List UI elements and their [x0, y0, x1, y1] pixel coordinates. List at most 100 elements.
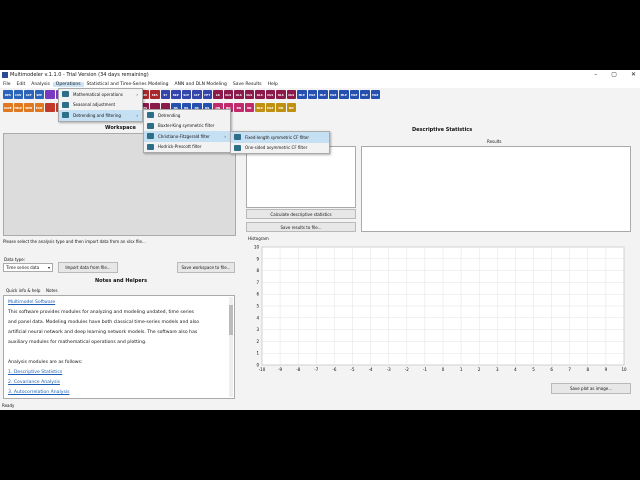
menu-item-detrending[interactable]: Detrending — [144, 110, 230, 121]
operations-menu: Mathematical operations › Seasonal adjust… — [58, 88, 143, 122]
toolbar-button-hft-19[interactable]: HFT — [202, 90, 212, 99]
toolbar-button-cov-1[interactable]: COV — [13, 90, 23, 99]
menu-help[interactable]: Help — [265, 82, 281, 87]
toolbar-button-acf-18[interactable]: ACF — [192, 90, 202, 99]
window-title: Multimodeler v.1.1.0 - Trial Version (34… — [10, 72, 149, 78]
menu-file[interactable]: File — [0, 82, 14, 87]
x-tick-label: 2 — [478, 367, 481, 372]
module-link-1[interactable]: 1. Descriptive Statistics — [8, 370, 62, 375]
results-box — [361, 146, 631, 232]
minimize-button[interactable]: – — [594, 71, 597, 78]
workspace-hint: Please select the analysis type and then… — [3, 239, 146, 244]
x-tick-label: -2 — [405, 367, 409, 372]
heading-link[interactable]: Multimodel Software — [8, 300, 55, 305]
menu-item-hp-filter[interactable]: Hodrick-Prescott filter — [144, 142, 230, 153]
toolbar2-button-rn-23[interactable]: RN — [244, 103, 254, 112]
menu-item-baxter-king[interactable]: Baxter-King symmetric filter — [144, 121, 230, 132]
toolbar-button-mle-31[interactable]: MLE — [328, 90, 338, 99]
import-data-button[interactable]: Import data from file... — [58, 262, 118, 273]
toolbar2-button-nn-26[interactable]: NN — [276, 103, 286, 112]
save-workspace-button[interactable]: Save workspace to file... — [177, 262, 235, 273]
menu-ann-dln-modeling[interactable]: ANN and DLN Modeling — [171, 82, 229, 87]
hp-filter-icon — [147, 143, 154, 150]
seasonal-icon — [62, 101, 69, 108]
menu-save-results[interactable]: Save Results — [230, 82, 265, 87]
data-type-label: Data type: — [4, 257, 26, 262]
y-tick-label: 5 — [256, 304, 259, 309]
toolbar-button-mle-32[interactable]: MLE — [339, 90, 349, 99]
fixed-cf-icon — [234, 134, 241, 141]
toolbar-button-icon-4[interactable] — [45, 90, 55, 99]
toolbar2-button-help-1[interactable]: HELP — [13, 103, 23, 112]
toolbar-button-lr-20[interactable]: LR — [213, 90, 223, 99]
toolbar-button-ols-21[interactable]: OLS — [223, 90, 233, 99]
toolbar-button-scp-17[interactable]: SCP — [181, 90, 191, 99]
toolbar-button-mle-28[interactable]: MLE — [297, 90, 307, 99]
x-tick-label: -6 — [332, 367, 336, 372]
toolbar-button-ols-26[interactable]: OLS — [276, 90, 286, 99]
filter-icon — [62, 112, 69, 119]
toolbar-button-mle-30[interactable]: MLE — [318, 90, 328, 99]
toolbar-button-st-15[interactable]: ST — [160, 90, 170, 99]
toolbar2-button-rn-22[interactable]: RN — [234, 103, 244, 112]
module-link-3[interactable]: 3. Autocorrelation Analysis — [8, 390, 70, 395]
module-link-2[interactable]: 2. Covariance Analysis — [8, 380, 60, 385]
toolbar2-button-save-0[interactable]: SAVE — [3, 103, 13, 112]
toolbar2-button-web-2[interactable]: WEB — [24, 103, 34, 112]
toolbar-button-mle-34[interactable]: MLE — [360, 90, 370, 99]
y-tick-label: 10 — [254, 245, 260, 250]
x-tick-label: 10 — [621, 367, 627, 372]
menu-item-math-ops[interactable]: Mathematical operations › — [59, 89, 142, 100]
toolbar-button-des-0[interactable]: DES — [3, 90, 13, 99]
toolbar-button-ols-24[interactable]: OLS — [255, 90, 265, 99]
tab-quick-info[interactable]: Quick info & help — [6, 288, 40, 293]
bk-filter-icon — [147, 122, 154, 129]
toolbar2-button-exit-3[interactable]: EXIT — [34, 103, 44, 112]
toolbar-button-ols-27[interactable]: OLS — [286, 90, 296, 99]
toolbar-button-ols-23[interactable]: OLS — [244, 90, 254, 99]
menu-item-detrending-filtering[interactable]: Detrending and filtering › — [59, 110, 142, 121]
toolbar2-button-mle-24[interactable]: MLE — [255, 103, 265, 112]
histogram-label: Histogram — [248, 236, 269, 241]
toolbar2-button-icon-4[interactable] — [45, 103, 55, 112]
menu-edit[interactable]: Edit — [14, 82, 29, 87]
menu-item-cf-filter[interactable]: Christiano-Fitzgerald filter › — [144, 131, 230, 142]
tab-notes[interactable]: Notes — [46, 288, 58, 293]
app-window: Multimodeler v.1.1.0 - Trial Version (34… — [0, 70, 640, 410]
toolbar-button-skp-16[interactable]: SKP — [171, 90, 181, 99]
menu-statistical-modeling[interactable]: Statistical and Time-Series Modeling — [84, 82, 172, 87]
toolbar-button-acf-2[interactable]: ACF — [24, 90, 34, 99]
y-tick-label: 1 — [256, 351, 259, 356]
toolbar-button-ols-22[interactable]: OLS — [234, 90, 244, 99]
x-tick-label: -5 — [351, 367, 355, 372]
notes-content: Multimodel Software This software provid… — [3, 295, 235, 399]
close-button[interactable]: ✕ — [631, 71, 636, 78]
x-tick-label: -1 — [423, 367, 427, 372]
notes-scrollbar[interactable] — [229, 297, 233, 397]
stats-title: Descriptive Statistics — [412, 127, 473, 133]
x-tick-label: 9 — [605, 367, 608, 372]
menu-operations[interactable]: Operations — [52, 81, 84, 87]
x-tick-label: -4 — [369, 367, 373, 372]
menu-item-one-sided-cf[interactable]: One-sided asymmetric CF filter — [231, 143, 329, 154]
menu-item-fixed-cf[interactable]: Fixed-length symmetric CF filter — [231, 132, 329, 143]
toolbar-button-sea-14[interactable]: SEA — [150, 90, 160, 99]
data-type-select[interactable]: Time series data ▾ — [3, 263, 53, 272]
toolbar-button-mle-29[interactable]: MLE — [307, 90, 317, 99]
notes-para-4: auxiliary modules for mathematical opera… — [8, 340, 147, 345]
one-sided-cf-icon — [234, 144, 241, 151]
toolbar2-button-mle-25[interactable]: MLE — [265, 103, 275, 112]
toolbar-button-ols-25[interactable]: OLS — [265, 90, 275, 99]
save-results-button[interactable]: Save results to file... — [246, 222, 356, 232]
toolbar-button-mle-33[interactable]: MLE — [349, 90, 359, 99]
maximize-button[interactable]: ▢ — [611, 71, 617, 78]
menu-item-seasonal[interactable]: Seasonal adjustment — [59, 100, 142, 111]
y-tick-label: 9 — [256, 256, 259, 261]
calculate-stats-button[interactable]: Calculate descriptive statistics — [246, 209, 356, 219]
menu-analysis[interactable]: Analysis — [28, 82, 53, 87]
toolbar-button-sep-3[interactable]: SEP — [34, 90, 44, 99]
variable-list[interactable] — [246, 146, 356, 208]
toolbar2-button-nn-27[interactable]: NN — [286, 103, 296, 112]
save-plot-button[interactable]: Save plot as image... — [551, 383, 631, 394]
toolbar-button-mle-35[interactable]: MLE — [370, 90, 380, 99]
